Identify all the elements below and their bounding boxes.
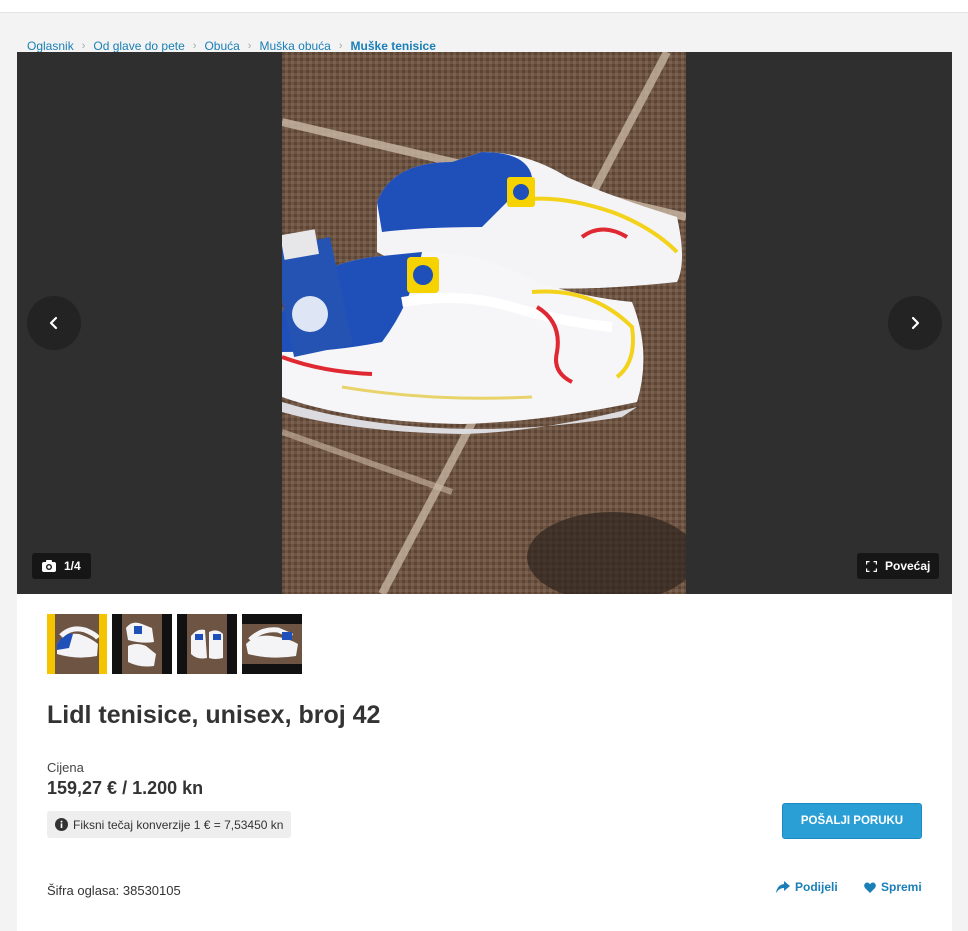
next-image-button[interactable] xyxy=(888,296,942,350)
thumbnail-strip xyxy=(47,614,302,674)
breadcrumb-item-oglasnik[interactable]: Oglasnik xyxy=(27,39,74,53)
chevron-right-icon: › xyxy=(81,40,86,52)
listing-details: Lidl tenisice, unisex, broj 42 Cijena 15… xyxy=(17,594,952,931)
thumbnail-2[interactable] xyxy=(112,614,172,674)
breadcrumb-item-od-glave-do-pete[interactable]: Od glave do pete xyxy=(93,39,184,53)
price-value: 159,27 € / 1.200 kn xyxy=(47,778,204,798)
top-bar xyxy=(0,0,968,13)
chevron-right-icon: › xyxy=(338,40,343,52)
share-button[interactable]: Podijeli xyxy=(776,880,838,894)
image-counter: 1/4 xyxy=(32,553,91,579)
breadcrumb-item-obuca[interactable]: Obuća xyxy=(204,39,239,53)
chevron-right-icon xyxy=(911,316,920,330)
save-label: Spremi xyxy=(881,880,922,894)
zoom-button[interactable]: Povećaj xyxy=(857,553,940,579)
heart-icon xyxy=(864,881,876,893)
conversion-rate-note: Fiksni tečaj konverzije 1 € = 7,53450 kn xyxy=(47,811,292,838)
send-message-button[interactable]: POŠALJI PORUKU xyxy=(782,803,922,839)
share-icon xyxy=(776,881,790,893)
listing-title: Lidl tenisice, unisex, broj 42 xyxy=(47,701,381,729)
previous-image-button[interactable] xyxy=(27,296,81,350)
thumbnail-4[interactable] xyxy=(242,614,302,674)
expand-icon xyxy=(866,560,877,572)
conversion-rate-text: Fiksni tečaj konverzije 1 € = 7,53450 kn xyxy=(73,817,284,832)
chevron-right-icon: › xyxy=(247,40,252,52)
save-button[interactable]: Spremi xyxy=(864,880,922,894)
chevron-left-icon xyxy=(49,316,58,330)
image-counter-text: 1/4 xyxy=(64,559,81,573)
thumbnail-3[interactable] xyxy=(177,614,237,674)
image-gallery: 1/4 Povećaj xyxy=(17,52,952,594)
thumbnail-1[interactable] xyxy=(47,614,107,674)
price-label: Cijena xyxy=(47,760,84,775)
share-label: Podijeli xyxy=(795,880,838,894)
info-icon xyxy=(55,818,68,831)
ad-code: Šifra oglasa: 38530105 xyxy=(47,883,181,898)
zoom-button-label: Povećaj xyxy=(885,559,931,573)
listing-photo[interactable] xyxy=(282,52,686,594)
breadcrumb-current: Muške tenisice xyxy=(350,39,436,53)
chevron-right-icon: › xyxy=(192,40,197,52)
breadcrumb-item-muska-obuca[interactable]: Muška obuća xyxy=(259,39,330,53)
breadcrumb: Oglasnik › Od glave do pete › Obuća › Mu… xyxy=(27,39,436,53)
camera-icon xyxy=(42,560,56,572)
